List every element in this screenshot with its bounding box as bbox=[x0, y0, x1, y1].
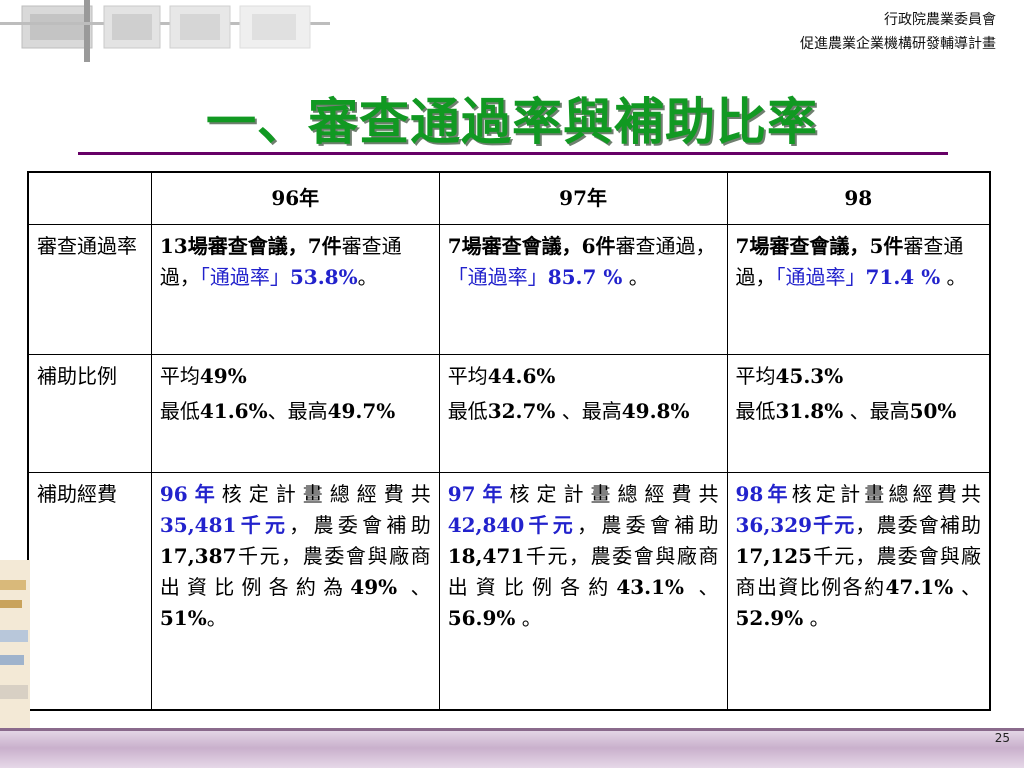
project-name: 促進農業企業機構研發輔導計畫 bbox=[800, 36, 996, 52]
row-label-subsidy-funds: 補助經費 bbox=[27, 471, 152, 711]
table-row: 審查通過率 13場審查會議，7件審查通過，「通過率」53.8%。 7場審查會議，… bbox=[27, 223, 991, 355]
cell-97-pass-rate: 7場審查會議，6件審查通過，「通過率」85.7 % 。 bbox=[438, 223, 728, 355]
footer-rule bbox=[0, 728, 1024, 731]
row-label-pass-rate: 審查通過率 bbox=[27, 223, 152, 355]
header-logo-graphic bbox=[0, 0, 330, 62]
title-underline bbox=[78, 152, 948, 155]
cell-98-subsidy-ratio: 平均45.3% 最低31.8% 、最高50% bbox=[726, 353, 991, 473]
col-header-97: 97年 bbox=[438, 171, 728, 225]
cell-98-subsidy-funds: 98年核定計畫總經費共36,329千元，農委會補助17,125千元，農委會與廠商… bbox=[726, 471, 991, 711]
slide-title: 一、審查通過率與補助比率 bbox=[206, 92, 818, 151]
side-decoration bbox=[0, 560, 30, 730]
cell-97-subsidy-funds: 97年核定計畫總經費共42,840千元，農委會補助18,471千元，農委會與廠商… bbox=[438, 471, 728, 711]
table-header-row: 96年 97年 98 bbox=[27, 171, 991, 225]
cell-96-pass-rate: 13場審查會議，7件審查通過，「通過率」53.8%。 bbox=[150, 223, 440, 355]
corner-header bbox=[27, 171, 152, 225]
cell-96-subsidy-ratio: 平均49% 最低41.6%、最高49.7% bbox=[150, 353, 440, 473]
col-header-96: 96年 bbox=[150, 171, 440, 225]
row-label-subsidy-ratio: 補助比例 bbox=[27, 353, 152, 473]
cell-96-subsidy-funds: 96年核定計畫總經費共35,481千元，農委會補助17,387千元，農委會與廠商… bbox=[150, 471, 440, 711]
col-header-98: 98 bbox=[726, 171, 991, 225]
cell-97-subsidy-ratio: 平均44.6% 最低32.7% 、最高49.8% bbox=[438, 353, 728, 473]
footer-band bbox=[0, 728, 1024, 768]
table-row: 補助經費 96年核定計畫總經費共35,481千元，農委會補助17,387千元，農… bbox=[27, 471, 991, 711]
page-number: 25 bbox=[994, 731, 1010, 745]
org-name: 行政院農業委員會 bbox=[884, 12, 996, 28]
cell-98-pass-rate: 7場審查會議，5件審查通過，「通過率」71.4 % 。 bbox=[726, 223, 991, 355]
table-row: 補助比例 平均49% 最低41.6%、最高49.7% 平均44.6% 最低32.… bbox=[27, 353, 991, 473]
review-subsidy-table: 96年 97年 98 審查通過率 13場審查會議，7件審查通過，「通過率」53.… bbox=[27, 171, 991, 711]
organization-header: 行政院農業委員會 促進農業企業機構研發輔導計畫 bbox=[800, 8, 996, 56]
